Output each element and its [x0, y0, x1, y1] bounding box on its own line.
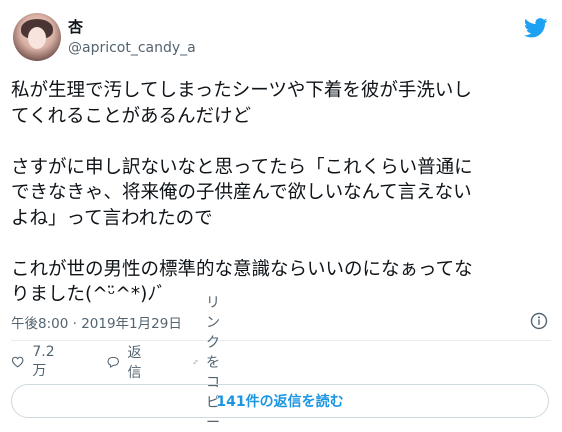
link-icon	[193, 359, 198, 365]
tweet-line: さすがに申し訳ないなと思ってたら「これくらい普通に	[11, 156, 473, 178]
divider	[11, 340, 551, 341]
read-replies-button[interactable]: 141件の返信を読む	[11, 384, 549, 418]
tweet-line: 私が生理で汚してしまったシーツや下着を彼が手洗いし	[11, 80, 472, 101]
copy-link-button[interactable]: リンクをコピー	[193, 295, 233, 431]
like-count: 7.2万	[32, 344, 55, 379]
speech-bubble-icon	[107, 356, 119, 368]
reply-button[interactable]: 返信	[107, 345, 147, 381]
display-name[interactable]: 杏	[68, 16, 83, 37]
tweet-line: できなきゃ、将来俺の子供産んで欲しいなんて言えない	[11, 182, 472, 203]
heart-icon	[11, 356, 24, 368]
username[interactable]: @apricot_candy_a	[68, 40, 196, 56]
tweet-line: りました(^ᵕ̈^*)ﾉﾞ	[11, 284, 166, 305]
tweet-line: これが世の男性の標準的な意識ならいいのになぁってな	[11, 258, 473, 280]
tweet-header: 杏 @apricot_candy_a	[0, 0, 562, 72]
tweet-line: よね」って言われたので	[11, 207, 213, 229]
tweet-text: 私が生理で汚してしまったシーツや下着を彼が手洗いし てくれることがあるんだけど …	[11, 78, 551, 308]
twitter-bird-icon[interactable]	[524, 18, 548, 38]
tweet-timestamp[interactable]: 午後8:00 · 2019年1月29日	[11, 312, 182, 332]
reply-label: 返信	[127, 345, 142, 381]
avatar-face	[28, 27, 46, 49]
like-button[interactable]: 7.2万	[11, 344, 59, 379]
avatar[interactable]	[13, 13, 61, 61]
info-icon[interactable]	[530, 312, 548, 330]
tweet-line: てくれることがあるんだけど	[11, 105, 251, 127]
